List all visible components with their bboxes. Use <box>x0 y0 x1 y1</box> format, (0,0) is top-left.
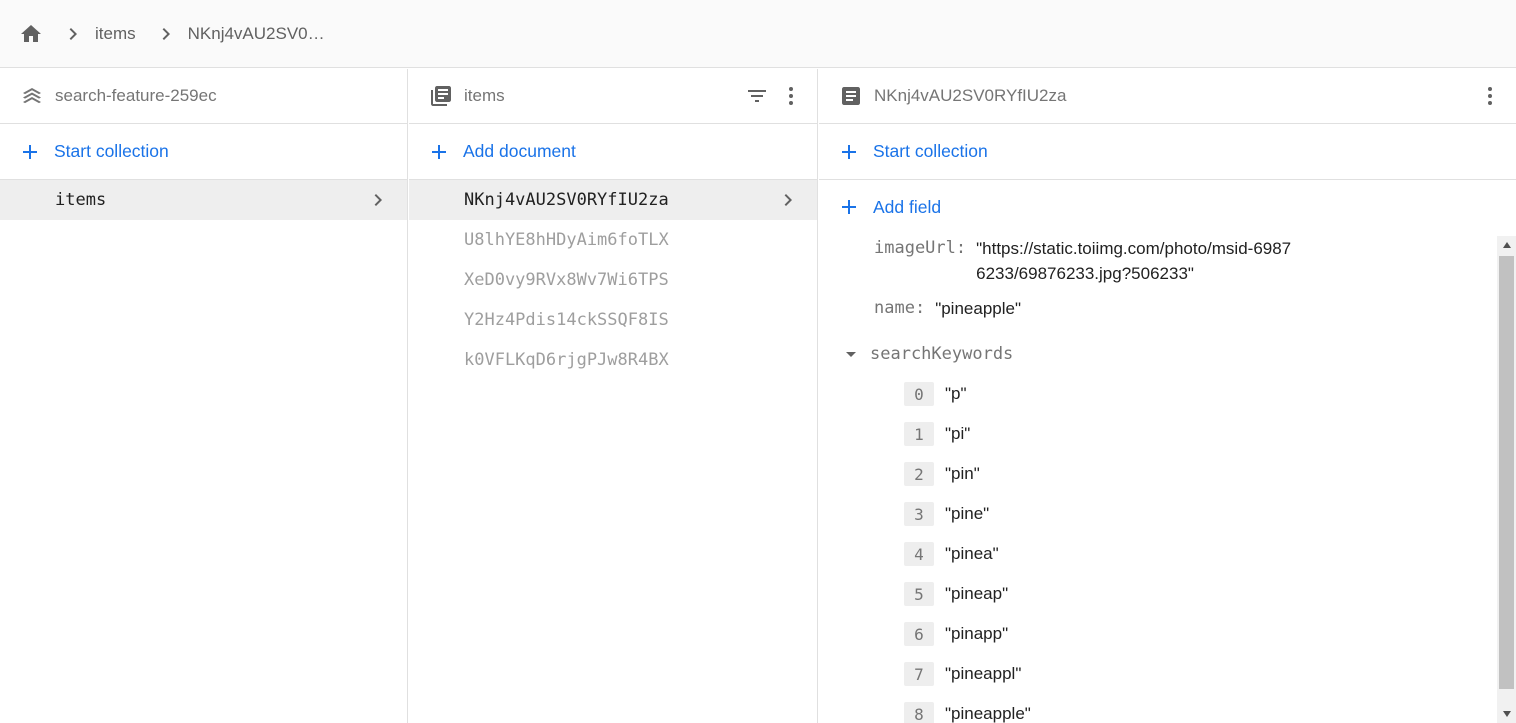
chevron-right-icon <box>366 188 390 212</box>
document-item[interactable]: U8lhYE8hHDyAim6foTLX <box>409 220 817 260</box>
document-id: k0VFLKqD6rjgPJw8R4BX <box>464 350 669 370</box>
add-field-label: Add field <box>873 196 942 217</box>
field-key: searchKeywords <box>870 344 1014 364</box>
chevron-right-icon <box>154 22 178 46</box>
array-value: "pineap" <box>945 584 1009 603</box>
add-field-button[interactable]: Add field <box>819 180 1516 234</box>
array-item[interactable]: 4 "pinea" <box>874 534 1516 574</box>
array-value: "p" <box>945 384 967 403</box>
document-id: Y2Hz4Pdis14ckSSQF8IS <box>464 310 669 330</box>
array-index: 3 <box>904 502 934 526</box>
chevron-right-icon <box>776 188 800 212</box>
document-item[interactable]: NKnj4vAU2SV0RYfIU2za <box>409 180 817 220</box>
array-index: 4 <box>904 542 934 566</box>
add-document-label: Add document <box>463 141 576 161</box>
project-panel: search-feature-259ec Start collection it… <box>0 69 408 723</box>
field-searchkeywords[interactable]: searchKeywords <box>839 334 1516 374</box>
document-item[interactable]: XeD0vy9RVx8Wv7Wi6TPS <box>409 260 817 300</box>
array-value: "pinapp" <box>945 624 1009 643</box>
array-item[interactable]: 5 "pineap" <box>874 574 1516 614</box>
database-stack-icon <box>20 84 44 108</box>
breadcrumb-item-items[interactable]: items <box>95 24 136 44</box>
filter-icon[interactable] <box>745 83 769 109</box>
breadcrumb-item-document[interactable]: NKnj4vAU2SV0… <box>188 24 325 44</box>
field-value: "https://static.toiimg.com/photo/msid-69… <box>976 239 1292 283</box>
collection-icon <box>429 84 453 108</box>
document-id: U8lhYE8hHDyAim6foTLX <box>464 230 669 250</box>
add-document-button[interactable]: Add document <box>409 124 817 180</box>
array-value: "pineapple" <box>945 704 1031 723</box>
array-value: "pine" <box>945 504 990 523</box>
array-item[interactable]: 3 "pine" <box>874 494 1516 534</box>
collection-panel: items Add document NKnj4vAU2SV0RYfIU2za … <box>409 69 818 723</box>
array-item[interactable]: 0 "p" <box>874 374 1516 414</box>
array-item[interactable]: 7 "pineappl" <box>874 654 1516 694</box>
array-value: "pi" <box>945 424 971 443</box>
collection-title: items <box>464 86 505 105</box>
field-imageurl[interactable]: imageUrl: "https://static.toiimg.com/pho… <box>874 234 1516 294</box>
array-item[interactable]: 2 "pin" <box>874 454 1516 494</box>
collection-item-items[interactable]: items <box>0 180 407 220</box>
plus-icon <box>837 140 861 164</box>
document-title: NKnj4vAU2SV0RYfIU2za <box>874 86 1067 105</box>
plus-icon <box>837 195 861 219</box>
array-value: "pinea" <box>945 544 999 563</box>
plus-icon <box>427 140 451 164</box>
array-item[interactable]: 6 "pinapp" <box>874 614 1516 654</box>
document-panel: NKnj4vAU2SV0RYfIU2za Start collection Ad… <box>819 69 1516 723</box>
plus-icon <box>18 140 42 164</box>
document-icon <box>839 84 863 108</box>
document-item[interactable]: Y2Hz4Pdis14ckSSQF8IS <box>409 300 817 340</box>
scrollbar-thumb[interactable] <box>1499 256 1514 689</box>
fields-scrollbar[interactable] <box>1497 236 1516 723</box>
project-panel-header: search-feature-259ec <box>0 69 407 124</box>
start-subcollection-button[interactable]: Start collection <box>819 124 1516 180</box>
field-key: name: <box>874 298 926 318</box>
array-index: 8 <box>904 702 934 723</box>
array-index: 7 <box>904 662 934 686</box>
collection-panel-header: items <box>409 69 817 124</box>
more-vert-icon[interactable] <box>779 83 803 109</box>
document-fields: imageUrl: "https://static.toiimg.com/pho… <box>819 234 1516 723</box>
field-name[interactable]: name: "pineapple" <box>874 294 1516 334</box>
array-index: 1 <box>904 422 934 446</box>
array-index: 6 <box>904 622 934 646</box>
array-index: 2 <box>904 462 934 486</box>
start-collection-label: Start collection <box>54 141 169 161</box>
array-index: 0 <box>904 382 934 406</box>
collection-item-label: items <box>55 190 107 210</box>
scroll-up-arrow-icon[interactable] <box>1497 236 1516 254</box>
array-value: "pineappl" <box>945 664 1022 683</box>
caret-down-icon[interactable] <box>839 342 863 366</box>
document-item[interactable]: k0VFLKqD6rjgPJw8R4BX <box>409 340 817 380</box>
start-subcollection-label: Start collection <box>873 141 988 161</box>
scroll-down-arrow-icon[interactable] <box>1497 705 1516 723</box>
array-item[interactable]: 8 "pineapple" <box>874 694 1516 723</box>
chevron-right-icon <box>61 22 85 46</box>
home-icon[interactable] <box>19 22 43 46</box>
breadcrumb: items NKnj4vAU2SV0… <box>0 0 1516 68</box>
field-key: imageUrl: <box>874 238 967 258</box>
more-vert-icon[interactable] <box>1478 83 1502 109</box>
document-id: XeD0vy9RVx8Wv7Wi6TPS <box>464 270 669 290</box>
array-index: 5 <box>904 582 934 606</box>
document-id: NKnj4vAU2SV0RYfIU2za <box>464 190 669 210</box>
field-value: "pineapple" <box>935 299 1021 318</box>
document-panel-header: NKnj4vAU2SV0RYfIU2za <box>819 69 1516 124</box>
project-title: search-feature-259ec <box>55 86 217 105</box>
array-item[interactable]: 1 "pi" <box>874 414 1516 454</box>
array-value: "pin" <box>945 464 980 483</box>
start-collection-button[interactable]: Start collection <box>0 124 407 180</box>
